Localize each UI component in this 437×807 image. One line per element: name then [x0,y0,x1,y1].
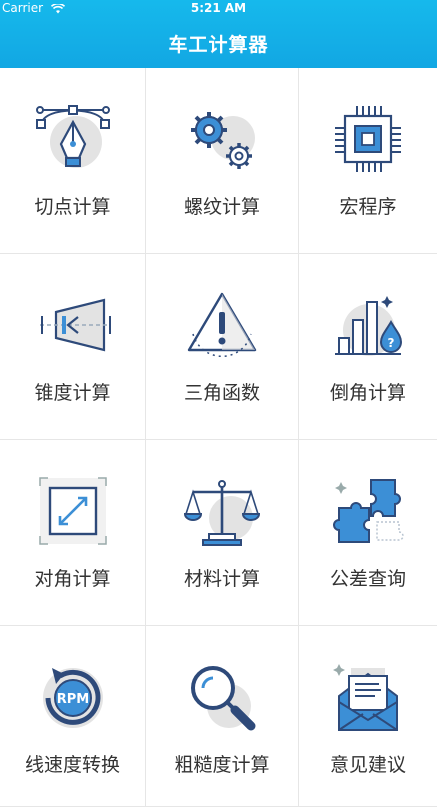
grid-item-trig[interactable]: 三角函数 [146,254,299,440]
grid-item-label: 倒角计算 [329,382,406,404]
pen-tool-icon [35,105,110,168]
grid-item-taper[interactable]: 锥度计算 [0,254,146,440]
grid-item-tangent[interactable]: 切点计算 [0,68,146,254]
grid-item-macro[interactable]: 宏程序 [299,68,437,254]
grid-item-label: 螺纹计算 [183,196,260,218]
scale-icon [183,480,261,546]
grid-item-chamfer[interactable]: ? 倒角计算 [299,254,437,440]
grid-item-label: 粗糙度计算 [174,754,270,776]
grid-item-label: 线速度转换 [24,754,120,776]
magnifier-icon [191,666,256,731]
grid-item-thread[interactable]: 螺纹计算 [146,68,299,254]
chip-icon [335,106,401,172]
mail-icon [333,664,398,731]
grid-item-label: 切点计算 [34,196,111,218]
grid-item-label: 锥度计算 [34,382,111,404]
bar-chart-icon: ? [335,296,403,356]
diagonal-arrow-icon [38,477,107,545]
grid-item-diagonal[interactable]: 对角计算 [0,440,146,626]
status-time: 5:21 AM [190,1,247,15]
svg-text:?: ? [388,336,395,350]
gears-icon [191,112,255,169]
grid-item-label: 材料计算 [183,568,260,590]
grid-item-label: 对角计算 [34,568,111,590]
taper-icon [39,298,111,352]
grid-item-label: 宏程序 [339,196,397,218]
grid-item-label: 三角函数 [183,382,260,404]
warning-triangle-icon [187,292,257,358]
grid-item-label: 公差查询 [329,568,406,590]
status-bar: Carrier 5:21 AM [0,0,437,18]
grid-item-label: 意见建议 [329,754,406,776]
rpm-icon: RPM [42,668,103,728]
grid-item-tolerance[interactable]: 公差查询 [299,440,437,626]
tool-grid: 切点计算 螺纹计算 宏程序 锥度计算 三角函数 ? 倒角计算 对角计算 材料计算… [0,68,437,807]
page-title: 车工计算器 [168,34,269,56]
nav-header: Carrier 5:21 AM 车工计算器 [0,0,437,68]
grid-item-material[interactable]: 材料计算 [146,440,299,626]
grid-item-feedback[interactable]: 意见建议 [299,626,437,807]
grid-item-speed[interactable]: RPM 线速度转换 [0,626,146,807]
puzzle-icon [333,479,404,543]
grid-item-roughness[interactable]: 粗糙度计算 [146,626,299,807]
svg-text:RPM: RPM [56,692,88,707]
